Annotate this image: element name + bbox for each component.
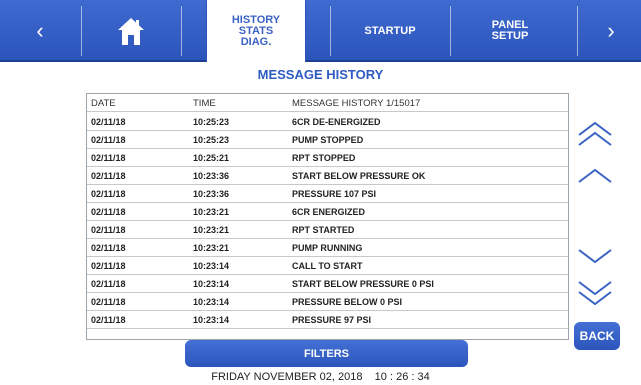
chevron-left-icon: ‹ [36, 18, 44, 43]
message-history-table[interactable]: DATE TIME MESSAGE HISTORY 1/15017 02/11/… [86, 93, 569, 340]
table-row[interactable]: 02/11/18 10:23:21 6CR ENERGIZED [87, 203, 568, 221]
table-row[interactable]: 02/11/18 10:23:14 START BELOW PRESSURE 0 P… [87, 275, 568, 293]
chevron-up-icon [578, 168, 612, 183]
row-message: PRESSURE 97 PSI [292, 315, 372, 325]
row-date: 02/11/18 [91, 261, 126, 271]
tab-startup[interactable]: STARTUP [330, 0, 450, 62]
row-time: 10:23:14 [193, 315, 230, 325]
page-up-button[interactable] [575, 117, 615, 157]
tab-history-stats-diag[interactable]: HISTORY STATS DIAG. [206, 0, 306, 62]
row-date: 02/11/18 [91, 297, 126, 307]
row-message: START BELOW PRESSURE OK [292, 171, 426, 181]
tab-label: STARTUP [364, 24, 416, 37]
page-down-button[interactable] [575, 270, 615, 310]
current-datetime: FRIDAY NOVEMBER 02, 2018 10 : 26 : 34 [211, 371, 430, 383]
chevron-right-icon: › [607, 18, 615, 43]
row-date: 02/11/18 [91, 189, 126, 199]
date-column-header: DATE [91, 98, 116, 109]
table-row[interactable]: 02/11/18 10:23:14 PRESSURE BELOW 0 PSI [87, 293, 568, 311]
row-message: PUMP STOPPED [292, 135, 364, 145]
back-button-label: BACK [579, 329, 615, 343]
table-row[interactable]: 02/11/18 10:23:14 PRESSURE 97 PSI [87, 311, 568, 329]
page-title: MESSAGE HISTORY [257, 67, 384, 82]
next-page-button[interactable]: › [581, 0, 641, 62]
back-button[interactable]: BACK [574, 322, 620, 350]
scroll-up-button[interactable] [575, 158, 615, 198]
row-date: 02/11/18 [91, 315, 126, 325]
row-date: 02/11/18 [91, 279, 126, 289]
row-time: 10:25:23 [193, 135, 230, 145]
divider [181, 6, 182, 56]
divider [577, 6, 578, 56]
row-message: START BELOW PRESSURE 0 PSI [292, 279, 434, 289]
row-message: RPT STOPPED [292, 153, 356, 163]
row-time: 10:23:21 [193, 243, 230, 253]
double-chevron-up-icon [578, 121, 612, 146]
time-column-header: TIME [193, 98, 216, 109]
row-date: 02/11/18 [91, 171, 126, 181]
row-date: 02/11/18 [91, 207, 126, 217]
row-message: PRESSURE BELOW 0 PSI [292, 297, 403, 307]
table-row[interactable]: 02/11/18 10:23:21 PUMP RUNNING [87, 239, 568, 257]
row-time: 10:23:14 [193, 261, 230, 271]
row-time: 10:25:23 [193, 117, 230, 127]
row-date: 02/11/18 [91, 243, 126, 253]
row-message: 6CR DE-ENERGIZED [292, 117, 381, 127]
table-row[interactable]: 02/11/18 10:23:36 PRESSURE 107 PSI [87, 185, 568, 203]
row-date: 02/11/18 [91, 117, 126, 127]
row-time: 10:23:21 [193, 207, 230, 217]
tab-label: HISTORY STATS DIAG. [231, 13, 281, 48]
row-time: 10:23:21 [193, 225, 230, 235]
table-row[interactable]: 02/11/18 10:23:21 RPT STARTED [87, 221, 568, 239]
tab-label: PANEL SETUP [491, 19, 529, 42]
row-message: PRESSURE 107 PSI [292, 189, 377, 199]
filters-button[interactable]: FILTERS [185, 340, 468, 367]
table-header-row: DATE TIME MESSAGE HISTORY 1/15017 [87, 94, 568, 112]
home-icon [118, 18, 144, 45]
message-column-header: MESSAGE HISTORY 1/15017 [292, 98, 421, 109]
row-time: 10:23:36 [193, 189, 230, 199]
row-time: 10:23:14 [193, 279, 230, 289]
row-time: 10:25:21 [193, 153, 230, 163]
table-row[interactable]: 02/11/18 10:23:36 START BELOW PRESSURE OK [87, 167, 568, 185]
row-message: CALL TO START [292, 261, 363, 271]
tab-panel-setup[interactable]: PANEL SETUP [450, 0, 570, 62]
table-row[interactable]: 02/11/18 10:25:21 RPT STOPPED [87, 149, 568, 167]
row-date: 02/11/18 [91, 135, 126, 145]
table-row[interactable]: 02/11/18 10:25:23 PUMP STOPPED [87, 131, 568, 149]
home-button[interactable] [81, 0, 181, 62]
row-message: RPT STARTED [292, 225, 355, 235]
double-chevron-down-icon [578, 281, 612, 306]
filters-button-label: FILTERS [303, 347, 349, 360]
table-row[interactable]: 02/11/18 10:23:14 CALL TO START [87, 257, 568, 275]
row-date: 02/11/18 [91, 153, 126, 163]
previous-page-button[interactable]: ‹ [10, 0, 70, 62]
table-row[interactable]: 02/11/18 10:25:23 6CR DE-ENERGIZED [87, 113, 568, 131]
row-message: PUMP RUNNING [292, 243, 363, 253]
top-navigation-bar: ‹ HISTORY STATS DIAG. STARTUP PANEL SETU… [0, 0, 641, 62]
row-message: 6CR ENERGIZED [292, 207, 366, 217]
row-time: 10:23:14 [193, 297, 230, 307]
row-date: 02/11/18 [91, 225, 126, 235]
row-time: 10:23:36 [193, 171, 230, 181]
